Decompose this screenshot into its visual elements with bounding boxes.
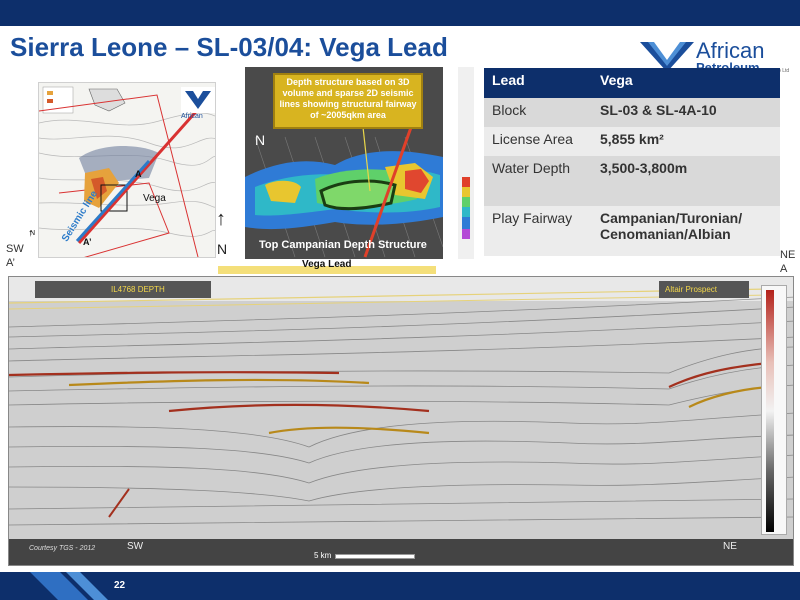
table-row: Water Depth 3,500-3,800m — [484, 156, 780, 206]
bottom-stripe-graphic — [30, 572, 108, 600]
section-color-bar — [761, 285, 787, 535]
page-number: 22 — [114, 580, 126, 591]
table-row: License Area 5,855 km² — [484, 127, 780, 156]
depth-scale-graphic — [462, 177, 470, 239]
section-ne-endpoint: NE A — [780, 248, 795, 276]
table-cell-value: SL-03 & SL-4A-10 — [592, 98, 780, 127]
section-sw-endpoint: SW A’ — [6, 242, 24, 270]
vega-lead-label: Vega Lead — [302, 259, 352, 270]
map-label-vega: Vega — [143, 193, 166, 204]
seismic-section: IL4768 DEPTH Altair Prospect Courtesy TG… — [8, 276, 794, 566]
footer-ne-label: NE — [723, 541, 737, 552]
map-label-a: A — [135, 169, 142, 179]
table-cell-label: License Area — [484, 127, 592, 156]
scale-bar-label: 5 km — [314, 551, 332, 560]
courtesy-label: Courtesy TGS - 2012 — [29, 545, 96, 552]
depth-north-label: N — [255, 132, 266, 148]
depth-map-caption: Top Campanian Depth Structure — [259, 239, 427, 251]
table-cell-label: Play Fairway — [484, 206, 592, 256]
footer-sw-label: SW — [127, 541, 144, 552]
map-logo-text: African — [181, 113, 203, 120]
table-cell-label: Block — [484, 98, 592, 127]
table-cell-value: 5,855 km² — [592, 127, 780, 156]
depth-structure-map: Depth structure based on 3D volume and s… — [245, 67, 443, 259]
table-cell-value: Campanian/Turonian/ Cenomanian/Albian — [592, 206, 780, 256]
section-north-arrow: ↑ — [216, 208, 226, 231]
sw-label-top: SW — [6, 243, 24, 255]
table-row: Block SL-03 & SL-4A-10 — [484, 98, 780, 127]
ne-label-bottom: A — [780, 263, 788, 275]
table-header-cell: Lead — [484, 68, 592, 98]
section-tag-right: Altair Prospect — [659, 281, 749, 298]
depth-color-scale — [458, 67, 474, 259]
ne-label-top: NE — [780, 249, 796, 261]
depth-callout: Depth structure based on 3D volume and s… — [273, 73, 423, 129]
slide-title: Sierra Leone – SL-03/04: Vega Lead — [10, 32, 448, 62]
section-north-label: N — [217, 241, 228, 257]
lead-info-table: Lead Vega Block SL-03 & SL-4A-10 License… — [484, 68, 780, 256]
scale-bar — [335, 554, 415, 559]
table-header-row: Lead Vega — [484, 68, 780, 98]
table-cell-value: 3,500-3,800m — [592, 156, 780, 206]
map-label-a-prime: A’ — [83, 237, 92, 247]
section-tag-left: IL4768 DEPTH — [35, 281, 211, 298]
north-arrow-icon: ↑ — [216, 208, 226, 230]
seismic-section-graphic — [9, 277, 793, 539]
sw-label-bottom: A’ — [6, 257, 15, 269]
table-row: Play Fairway Campanian/Turonian/ Cenoman… — [484, 206, 780, 256]
table-cell-label: Water Depth — [484, 156, 592, 206]
table-header-cell: Vega — [592, 68, 780, 98]
section-colorbar-graphic — [766, 290, 774, 532]
map-north-label: N — [30, 230, 36, 237]
top-banner — [0, 0, 800, 26]
